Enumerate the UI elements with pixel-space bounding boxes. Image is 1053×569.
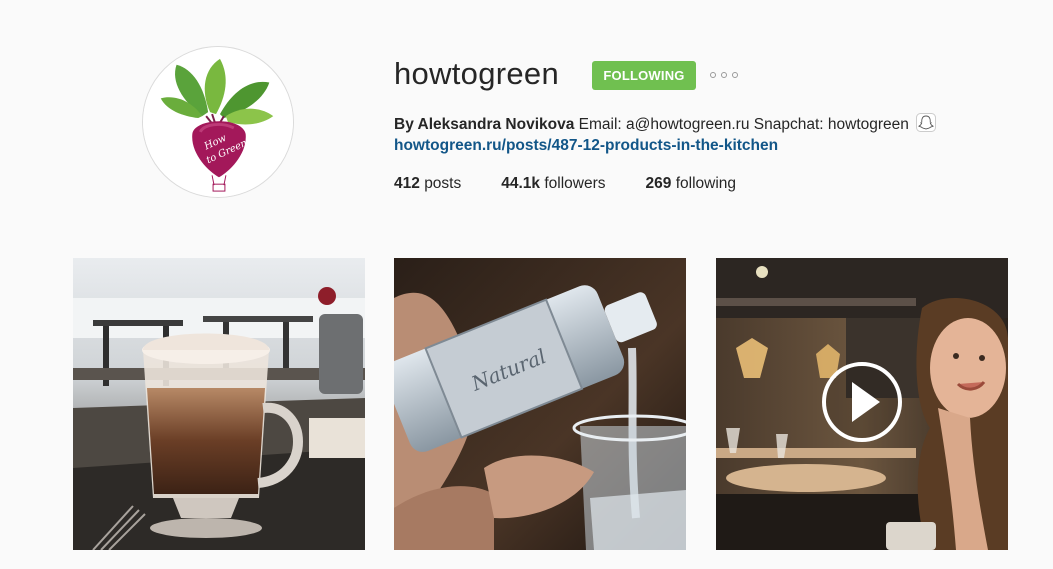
dot — [710, 72, 716, 78]
coffee-photo — [73, 258, 365, 550]
post-thumbnail-water-bottle[interactable]: Natural — [394, 258, 686, 550]
followers-stat[interactable]: 44.1k followers — [501, 175, 605, 193]
profile-stats: 412 posts 44.1k followers 269 following — [394, 175, 776, 193]
profile-username: howtogreen — [394, 56, 560, 91]
water-bottle-photo: Natural — [394, 258, 686, 550]
following-button[interactable]: FOLLOWING — [592, 61, 696, 90]
following-count: 269 — [645, 175, 672, 192]
post-thumbnail-restaurant-video[interactable] — [716, 258, 1008, 550]
profile-page: How to Green howtogreen FOLLOWING By Ale… — [0, 0, 1053, 569]
dot — [721, 72, 727, 78]
posts-count: 412 — [394, 175, 420, 192]
more-options-icon[interactable] — [710, 66, 738, 84]
followers-count: 44.1k — [501, 175, 541, 192]
profile-bio: By Aleksandra Novikova Email: a@howtogre… — [394, 113, 1014, 135]
profile-full-name: By Aleksandra Novikova — [394, 116, 575, 133]
bio-text: Email: a@howtogreen.ru Snapchat: howtogr… — [574, 116, 914, 133]
posts-label: posts — [424, 175, 462, 192]
profile-avatar[interactable]: How to Green — [142, 46, 294, 198]
following-label: following — [675, 175, 737, 192]
post-thumbnail-coffee[interactable] — [73, 258, 365, 550]
posts-stat: 412 posts — [394, 175, 461, 193]
dot — [732, 72, 738, 78]
beet-logo-avatar: How to Green — [143, 47, 293, 197]
following-stat[interactable]: 269 following — [646, 175, 737, 193]
followers-label: followers — [544, 175, 606, 192]
restaurant-video — [716, 258, 1008, 550]
snapchat-ghost-icon — [916, 113, 937, 132]
profile-website-link[interactable]: howtogreen.ru/posts/487-12-products-in-t… — [394, 137, 778, 155]
